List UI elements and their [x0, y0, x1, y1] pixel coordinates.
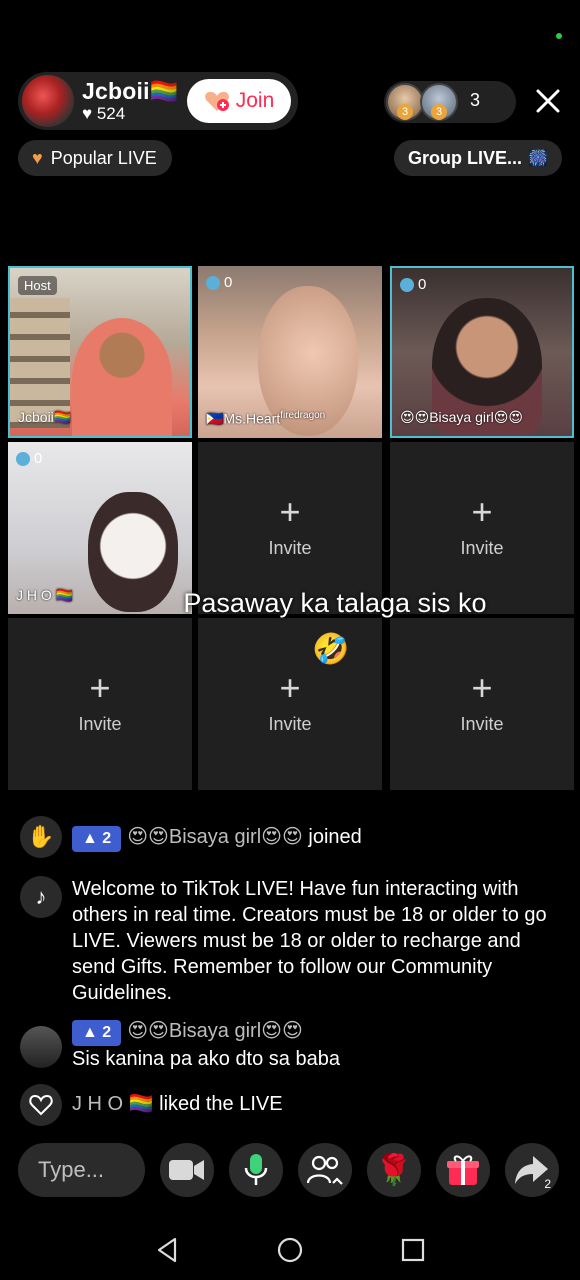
guest-video-tile-2[interactable]: 0 😍😍Bisaya girl😍😍	[390, 266, 574, 438]
viewer-rank-badge-1: 3	[397, 104, 413, 120]
seat-badge: 0	[16, 450, 42, 467]
share-count: 2	[544, 1177, 551, 1191]
wave-icon: ✋	[20, 816, 62, 858]
rose-gift-icon[interactable]: 🌹	[367, 1143, 421, 1197]
guest-video-tile-1[interactable]: 0 🇵🇭Ms.Heartfiredragon	[198, 266, 382, 438]
group-live-chip[interactable]: Group LIVE... 🎆	[394, 140, 562, 176]
close-icon[interactable]	[531, 84, 565, 118]
chat-message-text: Sis kanina pa ako dto sa baba	[72, 1048, 340, 1070]
seat-badge: 0	[400, 276, 426, 293]
plus-icon: +	[89, 667, 111, 708]
host-likes: ♥ 524	[82, 104, 125, 124]
comment-input[interactable]: Type...	[18, 1143, 145, 1197]
home-nav-icon[interactable]	[276, 1236, 304, 1264]
tile-label-host: Jcboii🏳️‍🌈	[18, 409, 72, 425]
back-nav-icon[interactable]	[153, 1236, 181, 1264]
group-live-label: Group LIVE...	[408, 147, 523, 168]
invite-label: Invite	[78, 714, 122, 734]
join-button[interactable]: Join	[187, 79, 291, 123]
invite-label: Invite	[460, 714, 504, 734]
chat-like-event: J H O 🏳️‍🌈 liked the LIVE	[72, 1093, 283, 1115]
invite-label: Invite	[460, 538, 504, 558]
half-heart-icon: ♥	[32, 147, 43, 168]
likes-count: 524	[96, 104, 126, 123]
plus-icon: +	[279, 491, 301, 532]
tiktok-icon: ♪	[20, 876, 62, 918]
host-tag: Host	[18, 276, 57, 295]
join-label: Join	[235, 89, 275, 112]
plus-icon: +	[279, 667, 301, 708]
seat-icon	[400, 277, 414, 292]
tile-label-guest-2: 😍😍Bisaya girl😍😍	[400, 409, 523, 425]
share-icon[interactable]: 2	[505, 1143, 559, 1197]
likes-heart-icon: ♥	[82, 104, 93, 123]
popular-live-label: Popular LIVE	[50, 147, 157, 168]
group-live-thumbnail-icon: 🎆	[528, 150, 548, 167]
camera-icon[interactable]	[160, 1143, 214, 1197]
plus-icon: +	[471, 667, 493, 708]
level-badge: ▲ 2	[72, 826, 122, 852]
invite-slot-4[interactable]: + Invite	[198, 618, 382, 790]
level-badge: ▲ 2	[72, 1020, 122, 1046]
join-heart-icon	[204, 91, 229, 111]
guests-icon[interactable]	[298, 1143, 352, 1197]
tile-label-guest-1: 🇵🇭Ms.Heartfiredragon	[206, 410, 326, 427]
seat-icon	[206, 275, 220, 290]
caption-emoji: 🤣	[312, 633, 350, 666]
recents-nav-icon[interactable]	[399, 1236, 427, 1264]
host-avatar[interactable]	[20, 73, 76, 129]
chat-join-event: ▲ 2 😍😍Bisaya girl😍😍 joined	[72, 824, 362, 852]
chat-message-header: ▲ 2 😍😍Bisaya girl😍😍	[72, 1018, 303, 1046]
plus-icon: +	[471, 491, 493, 532]
heart-outline-icon	[20, 1084, 62, 1126]
host-person	[72, 318, 172, 436]
invite-slot-3[interactable]: + Invite	[8, 618, 192, 790]
seat-icon	[16, 451, 30, 466]
seat-badge: 0	[206, 274, 232, 291]
mic-icon[interactable]	[229, 1143, 283, 1197]
host-video-tile[interactable]: Host Jcboii🏳️‍🌈	[8, 266, 192, 438]
gift-icon[interactable]	[436, 1143, 490, 1197]
video-caption: Pasaway ka talaga sis ko	[183, 588, 487, 618]
user-avatar[interactable]	[20, 1026, 62, 1068]
chat-welcome-message: Welcome to TikTok LIVE! Have fun interac…	[72, 878, 547, 1004]
viewer-rank-badge-2: 3	[431, 104, 447, 120]
popular-live-chip[interactable]: ♥ Popular LIVE	[18, 140, 172, 176]
invite-slot-5[interactable]: + Invite	[390, 618, 574, 790]
invite-label: Invite	[268, 538, 312, 558]
viewer-count[interactable]: 3	[470, 90, 480, 111]
status-dot	[556, 33, 562, 39]
host-name: Jcboii🏳️‍🌈	[82, 78, 179, 104]
invite-label: Invite	[268, 714, 312, 734]
